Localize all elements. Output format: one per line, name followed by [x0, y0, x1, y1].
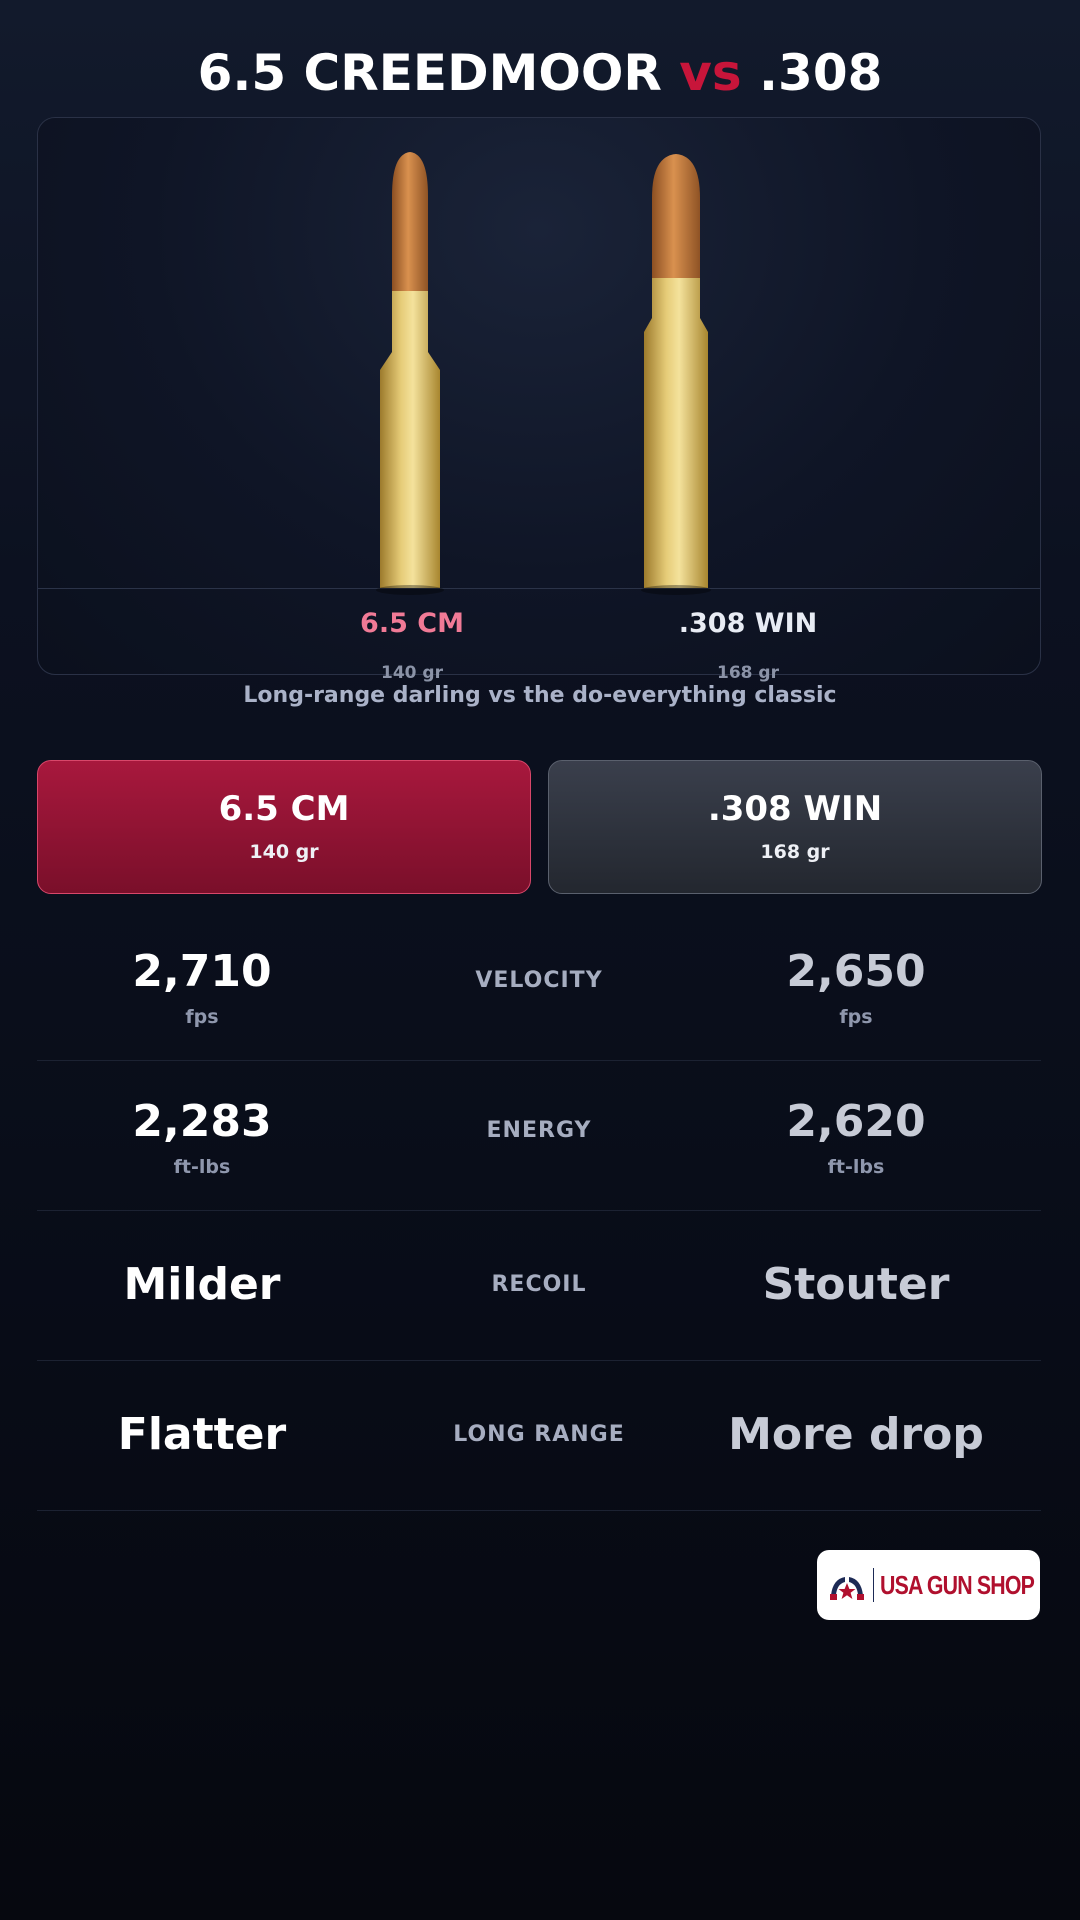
- usa-gun-shop-logo: USA GUN SHOP: [817, 1550, 1040, 1620]
- energy-right-value: 2,620: [786, 1096, 926, 1147]
- recoil-right-value: Stouter: [762, 1259, 950, 1310]
- velocity-left-unit: fps: [185, 1006, 219, 1028]
- title-left-caliber: 6.5 CREEDMOOR: [197, 44, 662, 102]
- caliber-card-right-name: .308 WIN: [707, 789, 883, 829]
- energy-metric-label: ENERGY: [486, 1118, 592, 1143]
- comparison-row-velocity: 2,710 fps VELOCITY 2,650 fps: [37, 910, 1041, 1061]
- velocity-metric-label: VELOCITY: [475, 968, 603, 993]
- page-title: 6.5 CREEDMOOR vs .308: [0, 38, 1080, 108]
- case-65cm: [380, 291, 440, 588]
- caliber-card-right: .308 WIN 168 gr: [548, 760, 1042, 894]
- logo-divider: [872, 1568, 875, 1602]
- stage-floor-line: [38, 588, 1040, 589]
- tagline: Long-range darling vs the do-everything …: [243, 683, 837, 708]
- cartridge-308win-icon: [641, 154, 711, 595]
- recoil-metric-label: RECOIL: [491, 1272, 587, 1297]
- case-308: [644, 278, 708, 588]
- cartridge-grain-left: 140 gr: [381, 663, 443, 683]
- title-right-caliber: .308: [759, 44, 883, 102]
- cartridge-label-left: 6.5 CM: [360, 608, 464, 639]
- velocity-right-unit: fps: [839, 1006, 873, 1028]
- cartridge-65cm-icon: [376, 152, 444, 595]
- long-range-metric-label: LONG RANGE: [453, 1422, 625, 1447]
- bullet-65cm: [392, 152, 428, 291]
- caliber-card-left: 6.5 CM 140 gr: [37, 760, 531, 894]
- energy-left-value: 2,283: [132, 1096, 272, 1147]
- cartridge-label-right: .308 WIN: [678, 608, 818, 639]
- recoil-left-value: Milder: [123, 1259, 281, 1310]
- bullet-308: [652, 154, 700, 278]
- comparison-row-long-range: Flatter LONG RANGE More drop: [37, 1360, 1041, 1511]
- title-vs: vs: [679, 44, 742, 102]
- energy-right-unit: ft-lbs: [827, 1156, 885, 1178]
- revolvers-star-logo-icon: [829, 1577, 864, 1600]
- cartridge-comparison-panel: 6.5 CM .308 WIN 140 gr 168 gr: [37, 117, 1041, 683]
- long-range-right-value: More drop: [728, 1409, 984, 1460]
- energy-left-unit: ft-lbs: [173, 1156, 231, 1178]
- long-range-left-value: Flatter: [117, 1409, 287, 1460]
- caliber-card-left-grain: 140 gr: [249, 841, 319, 863]
- logo-text: USA GUN SHOP: [880, 1569, 1035, 1600]
- caliber-card-left-name: 6.5 CM: [218, 789, 350, 829]
- velocity-right-value: 2,650: [786, 946, 926, 997]
- cartridge-grain-right: 168 gr: [717, 663, 779, 683]
- caliber-card-right-grain: 168 gr: [760, 841, 830, 863]
- comparison-row-recoil: Milder RECOIL Stouter: [37, 1210, 1041, 1361]
- comparison-row-energy: 2,283 ft-lbs ENERGY 2,620 ft-lbs: [37, 1060, 1041, 1211]
- velocity-left-value: 2,710: [132, 946, 272, 997]
